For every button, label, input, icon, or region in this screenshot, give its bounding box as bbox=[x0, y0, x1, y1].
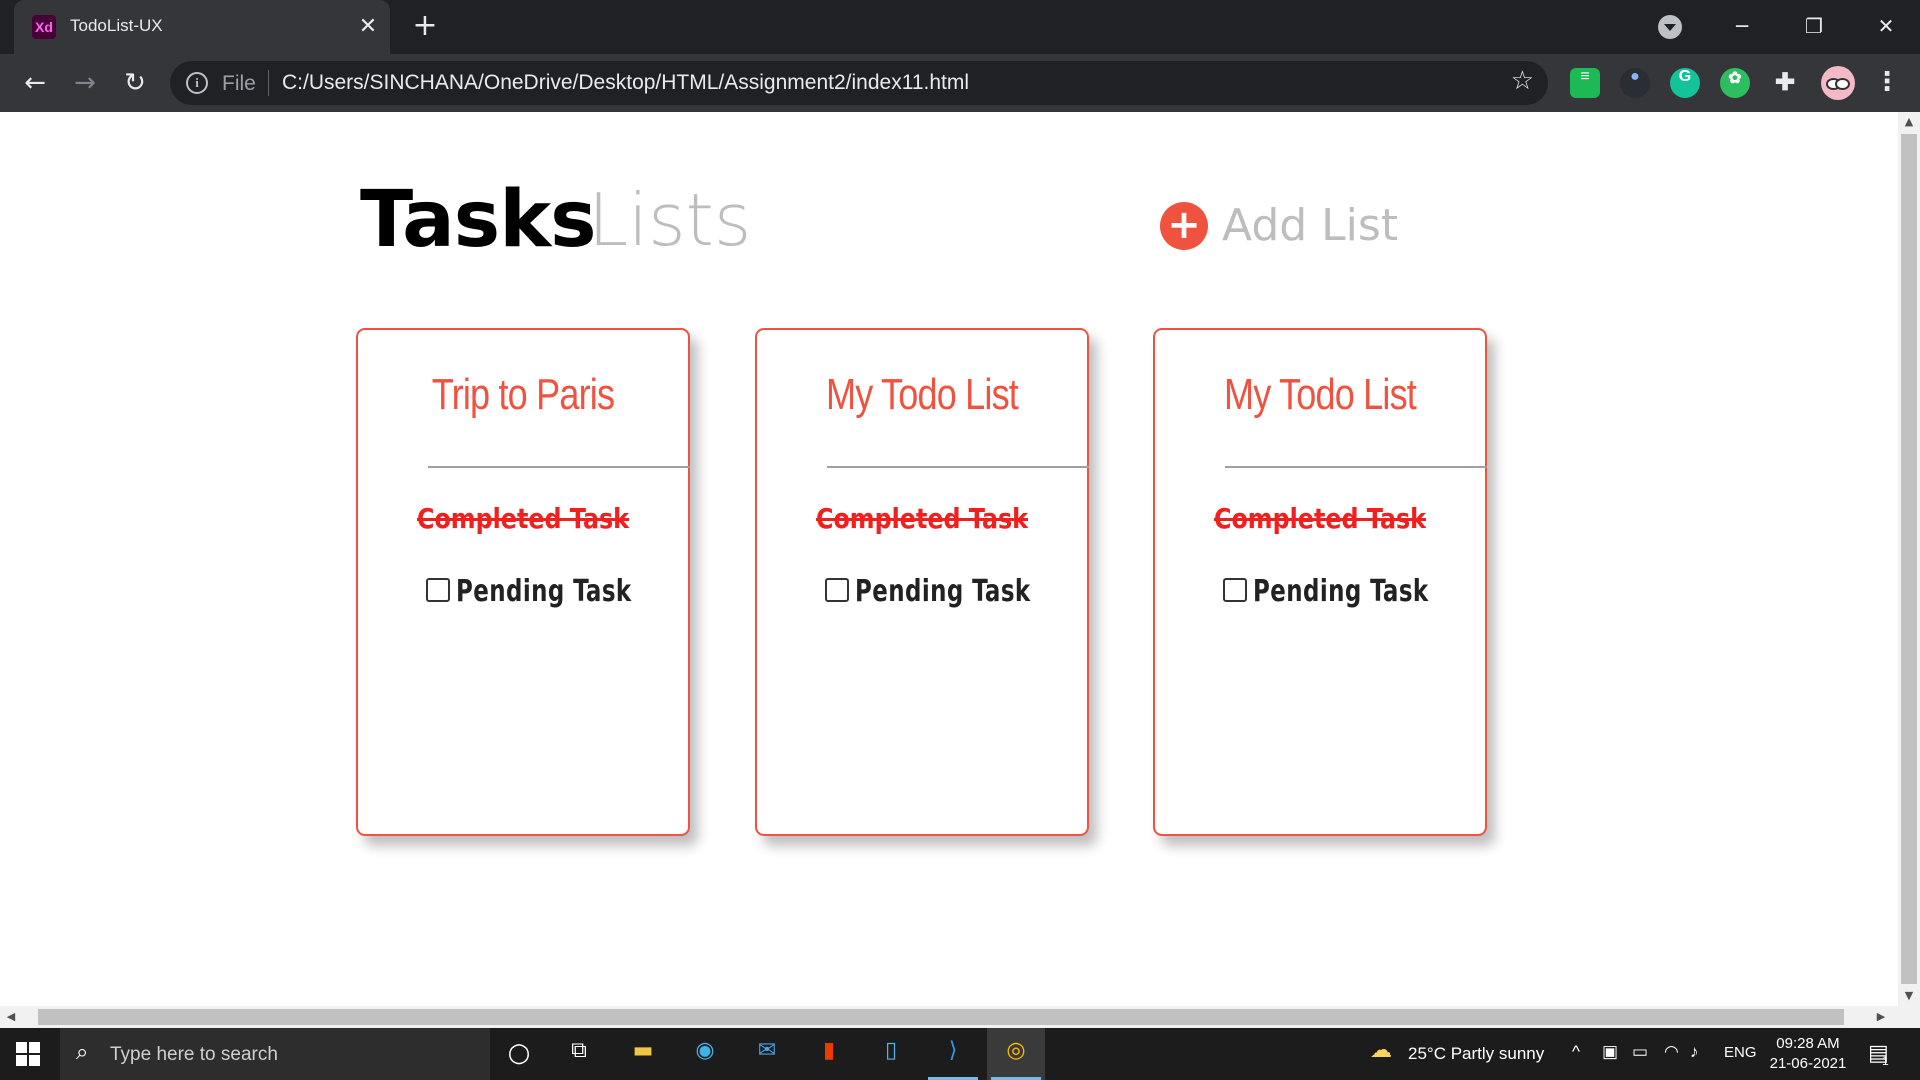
page-title-lists: Lists bbox=[588, 178, 752, 262]
scroll-up-icon[interactable]: ▲ bbox=[1898, 112, 1920, 132]
scroll-down-icon[interactable]: ▼ bbox=[1898, 986, 1920, 1006]
omnibox-divider bbox=[268, 70, 269, 96]
pending-task-label: Pending Task bbox=[456, 574, 632, 609]
back-icon[interactable]: ← bbox=[16, 64, 54, 102]
address-bar[interactable]: i File C:/Users/SINCHANA/OneDrive/Deskto… bbox=[170, 61, 1548, 105]
horizontal-scrollbar[interactable]: ◀ ▶ bbox=[0, 1006, 1920, 1028]
volume-icon[interactable]: ♪ bbox=[1690, 1042, 1699, 1062]
taskbar: ⌕ Type here to search ○ ⧉ ▬ ◉ ✉ ▮ ▯ ⟩ ◎ … bbox=[0, 1028, 1920, 1080]
minimize-icon[interactable]: ─ bbox=[1722, 8, 1762, 44]
bookmark-star-icon[interactable]: ☆ bbox=[1511, 66, 1534, 96]
menu-icon[interactable]: ⋮ bbox=[1874, 66, 1900, 100]
tab-title: TodoList-UX bbox=[70, 16, 163, 35]
scheme-label: File bbox=[222, 72, 256, 95]
file-explorer-icon[interactable]: ▬ bbox=[626, 1038, 660, 1070]
completed-task[interactable]: Completed Task bbox=[782, 502, 1063, 535]
todo-card: My Todo List Completed Task Pending Task bbox=[755, 328, 1089, 836]
add-list-label[interactable]: Add List bbox=[1222, 200, 1398, 251]
tray-chevron-icon[interactable]: ^ bbox=[1572, 1042, 1580, 1062]
browser-toolbar: ← → ↻ i File C:/Users/SINCHANA/OneDrive/… bbox=[0, 54, 1920, 112]
card-title: My Todo List bbox=[825, 370, 1019, 419]
reload-icon[interactable]: ↻ bbox=[116, 64, 154, 102]
notification-count: 1 bbox=[1882, 1054, 1889, 1068]
completed-task[interactable]: Completed Task bbox=[1180, 502, 1461, 535]
grammarly-icon[interactable]: G bbox=[1670, 68, 1700, 98]
adobe-xd-icon: Xd bbox=[32, 15, 56, 39]
new-tab-button[interactable]: + bbox=[408, 10, 442, 44]
office-icon[interactable]: ▮ bbox=[812, 1038, 846, 1070]
clock[interactable]: 09:28 AM 21-06-2021 bbox=[1764, 1034, 1852, 1074]
task-checkbox[interactable] bbox=[1223, 578, 1247, 602]
vscode-icon[interactable]: ⟩ bbox=[936, 1038, 970, 1070]
todo-card: Trip to Paris Completed Task Pending Tas… bbox=[356, 328, 690, 836]
browser-tab[interactable]: Xd TodoList-UX ✕ bbox=[14, 0, 390, 54]
puzzle-icon[interactable]: ✚ bbox=[1770, 68, 1800, 98]
clock-date: 21-06-2021 bbox=[1769, 1055, 1847, 1072]
horizontal-scroll-thumb[interactable] bbox=[38, 1009, 1844, 1025]
pending-task-label: Pending Task bbox=[855, 574, 1031, 609]
notes-app-icon[interactable]: ▯ bbox=[874, 1038, 908, 1070]
task-checkbox[interactable] bbox=[426, 578, 450, 602]
vertical-scrollbar[interactable]: ▲ ▼ bbox=[1898, 112, 1920, 1006]
edge-icon[interactable]: ◉ bbox=[688, 1038, 722, 1070]
window-close-icon[interactable]: ✕ bbox=[1866, 8, 1906, 44]
extension-paw-icon[interactable]: ● bbox=[1620, 68, 1650, 98]
scroll-left-icon[interactable]: ◀ bbox=[0, 1006, 22, 1028]
card-title: Trip to Paris bbox=[431, 370, 615, 419]
cortana-icon[interactable]: ○ bbox=[502, 1038, 536, 1070]
info-icon[interactable]: i bbox=[186, 72, 208, 94]
task-checkbox[interactable] bbox=[825, 578, 849, 602]
task-view-icon[interactable]: ⧉ bbox=[562, 1038, 596, 1070]
search-placeholder: Type here to search bbox=[110, 1044, 278, 1065]
language-indicator[interactable]: ENG bbox=[1724, 1044, 1757, 1061]
card-divider bbox=[827, 466, 1089, 468]
completed-task[interactable]: Completed Task bbox=[383, 502, 664, 535]
tab-search-icon[interactable] bbox=[1658, 15, 1682, 39]
battery-icon[interactable]: ▭ bbox=[1632, 1042, 1648, 1062]
evernote-icon[interactable]: ✿ bbox=[1720, 68, 1750, 98]
card-divider bbox=[1225, 466, 1487, 468]
extension-green-icon[interactable]: ≡ bbox=[1570, 68, 1600, 98]
restore-icon[interactable]: ❐ bbox=[1794, 8, 1834, 44]
todo-card: My Todo List Completed Task Pending Task bbox=[1153, 328, 1487, 836]
card-divider bbox=[428, 466, 690, 468]
scroll-right-icon[interactable]: ▶ bbox=[1870, 1006, 1892, 1028]
search-icon: ⌕ bbox=[76, 1040, 89, 1065]
vertical-scroll-thumb[interactable] bbox=[1901, 134, 1917, 984]
meet-now-icon[interactable]: ▣ bbox=[1602, 1042, 1618, 1062]
weather-icon[interactable]: ☁ bbox=[1364, 1038, 1398, 1070]
card-title: My Todo List bbox=[1223, 370, 1417, 419]
weather-text[interactable]: 25°C Partly sunny bbox=[1408, 1044, 1544, 1064]
url-text[interactable]: C:/Users/SINCHANA/OneDrive/Desktop/HTML/… bbox=[282, 71, 969, 95]
close-icon[interactable]: ✕ bbox=[353, 12, 383, 42]
wifi-icon[interactable]: ◠ bbox=[1664, 1042, 1679, 1062]
avatar[interactable] bbox=[1821, 66, 1855, 100]
taskbar-search[interactable]: ⌕ Type here to search bbox=[60, 1028, 490, 1080]
forward-icon[interactable]: → bbox=[66, 64, 104, 102]
plus-circle-icon[interactable]: + bbox=[1160, 202, 1208, 250]
page-viewport: Tasks Lists + Add List Trip to Paris Com… bbox=[0, 112, 1898, 1006]
page-title-tasks: Tasks bbox=[360, 175, 597, 265]
chrome-icon[interactable]: ◎ bbox=[999, 1038, 1033, 1070]
windows-start-icon[interactable] bbox=[16, 1042, 40, 1066]
pending-task-label: Pending Task bbox=[1253, 574, 1429, 609]
clock-time: 09:28 AM bbox=[1776, 1035, 1840, 1052]
tab-strip: Xd TodoList-UX ✕ + ─ ❐ ✕ bbox=[0, 0, 1920, 54]
mail-icon[interactable]: ✉ bbox=[750, 1038, 784, 1070]
